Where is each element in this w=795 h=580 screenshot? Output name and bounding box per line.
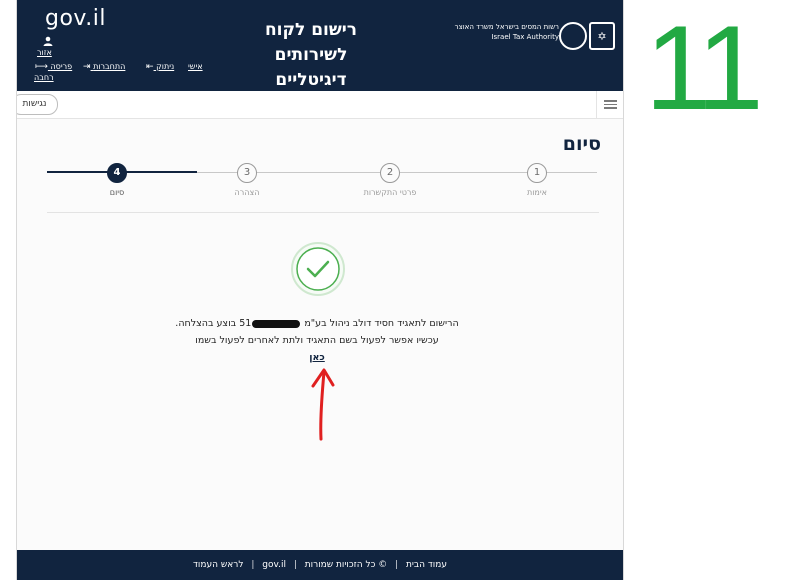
- user-icon: [43, 36, 53, 46]
- tax-authority-name: רשות המסים בישראל משרד האוצר Israel Tax …: [389, 22, 559, 42]
- step-1-label: אימות: [526, 188, 547, 197]
- step-1: 1 אימות: [497, 161, 577, 197]
- footer-home-link[interactable]: עמוד הבית: [406, 560, 447, 570]
- step-2-number: 2: [380, 163, 400, 183]
- wide-view-label: פריסה: [50, 62, 73, 71]
- page-title-line1: רישום לקוח לשירותים: [264, 20, 358, 65]
- step-2: 2 פרטי התקשרות: [350, 161, 430, 197]
- redacted-mark: [252, 319, 301, 328]
- disconnect-link[interactable]: ניתוק ⇤: [144, 62, 174, 72]
- success-line-1-end: בוצע בהצלחה.: [175, 318, 237, 329]
- login-icon: ⇥: [83, 62, 91, 72]
- gov-il-logo[interactable]: gov.il: [45, 6, 106, 31]
- tax-authority-english: Israel Tax Authority: [491, 33, 559, 41]
- accessibility-button[interactable]: נגישות: [17, 94, 58, 115]
- expand-icon: ⟼: [35, 62, 48, 72]
- disconnect-label: ניתוק: [156, 62, 175, 71]
- step-1-number: 1: [527, 163, 547, 183]
- site-header: gov.il אזור פריסה ⟼ רחבה התחברות ⇥ ניתוק…: [17, 0, 623, 91]
- connect-link[interactable]: התחברות ⇥: [81, 62, 125, 72]
- footer-gov-logo[interactable]: gov.il: [262, 560, 286, 570]
- section-heading: סיום: [562, 133, 601, 155]
- tax-authority-logo-icon: [559, 22, 587, 50]
- success-line-1: הרישום לתאגיד חסיד דולב ניהול בע"מ 51 בו…: [122, 315, 512, 332]
- step-number-overlay: 11: [645, 1, 764, 135]
- divider: [47, 212, 599, 213]
- main-content: סיום 4 סיום 3 הצהרה 2 פרטי התקשרות 1 אימ…: [17, 119, 623, 550]
- step-3-number: 3: [237, 163, 257, 183]
- wide-view-link-line2[interactable]: רחבה: [34, 73, 54, 82]
- step-4-label: סיום: [109, 188, 125, 197]
- hamburger-menu-icon[interactable]: [596, 91, 623, 118]
- app-screen: gov.il אזור פריסה ⟼ רחבה התחברות ⇥ ניתוק…: [16, 0, 624, 580]
- step-3-label: הצהרה: [234, 188, 260, 197]
- step-3: 3 הצהרה: [207, 161, 287, 197]
- step-4: 4 סיום: [77, 161, 157, 197]
- logout-icon: ⇤: [146, 62, 154, 72]
- user-area-link[interactable]: אזור: [37, 48, 52, 57]
- page-title-line2: דיגיטליים: [275, 70, 347, 90]
- connect-label: התחברות: [93, 62, 126, 71]
- step-4-number: 4: [107, 163, 127, 183]
- footer-back-to-top-link[interactable]: לראש העמוד: [193, 560, 243, 570]
- red-annotation-arrow-icon: [311, 368, 335, 441]
- footer-copyright: © כל הזכויות שמורות: [304, 560, 388, 570]
- tax-authority-hebrew: רשות המסים בישראל משרד האוצר: [454, 23, 559, 31]
- step-2-label: פרטי התקשרות: [363, 188, 417, 197]
- success-check-icon: [290, 241, 346, 297]
- personal-area-link[interactable]: אישי: [188, 62, 203, 71]
- company-number-fragment: 51: [239, 318, 252, 329]
- toolbar: נגישות: [17, 91, 623, 119]
- site-footer: עמוד הבית | © כל הזכויות שמורות | gov.il…: [17, 550, 623, 580]
- success-message: הרישום לתאגיד חסיד דולב ניהול בע"מ 51 בו…: [122, 315, 512, 366]
- wide-view-link[interactable]: פריסה ⟼: [33, 62, 72, 72]
- state-emblem-icon: ✡: [589, 22, 615, 50]
- page-title: רישום לקוח לשירותים דיגיטליים: [231, 18, 391, 93]
- success-line-2: עכשיו אפשר לפעול בשם התאגיד ולתת לאחרים …: [195, 335, 439, 346]
- success-line-1-start: הרישום לתאגיד חסיד דולב ניהול בע"מ: [304, 318, 459, 329]
